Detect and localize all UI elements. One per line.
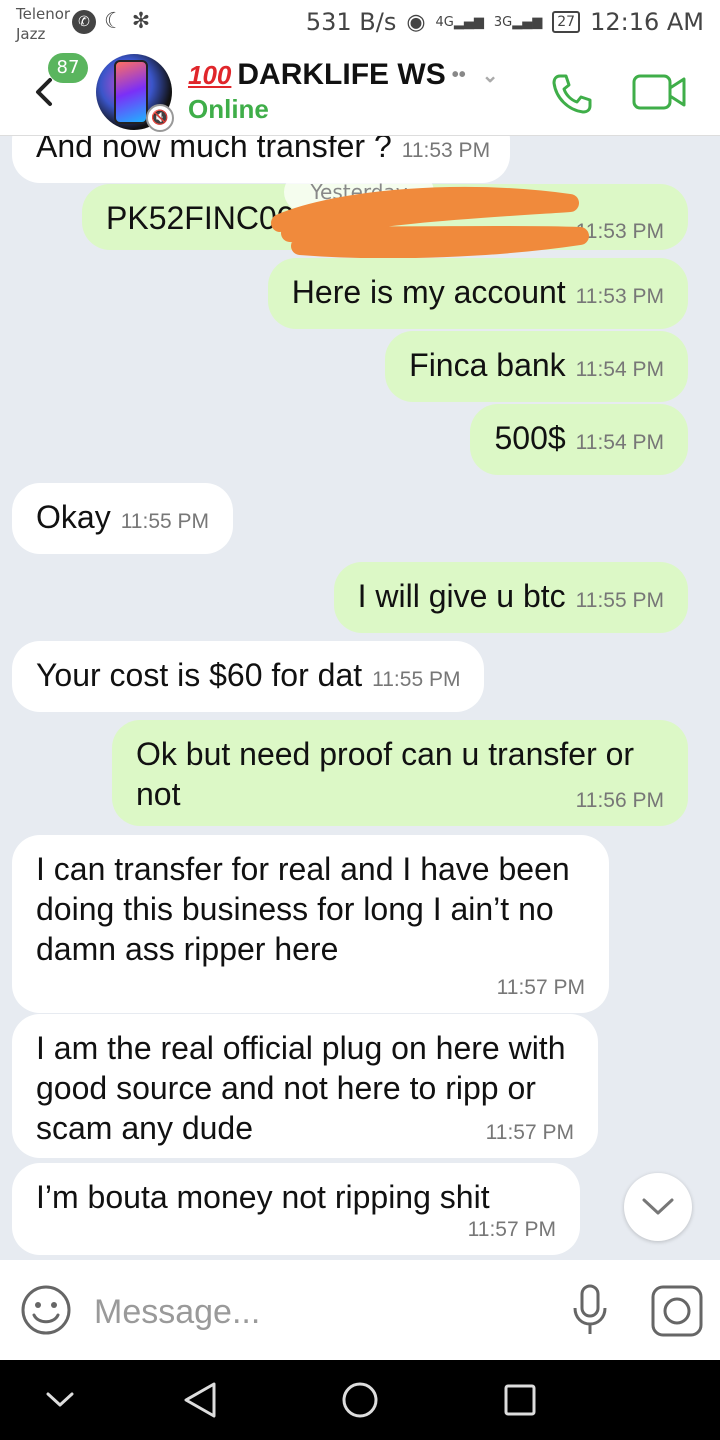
message-text: Here is my account [291,274,566,310]
message-composer [0,1260,720,1360]
call-notification-icon: ☾ [104,9,124,34]
status-right: 531 B/s ◉ 4G▂▄▆ 3G▂▄▆ 27 12:16 AM [306,8,704,36]
message-incoming[interactable]: Your cost is $60 for dat 11:55 PM [12,641,485,712]
chat-header: 87 🔇 100 DARKLIFE WS •• ⌄ Online [0,48,720,136]
message-text: 500$ [494,420,566,456]
chat-area[interactable]: And now much transfer ? 11:53 PM PK52FINC… [0,136,720,1260]
battery-icon: 27 [552,11,581,33]
message-outgoing[interactable]: I will give u btc 11:55 PM [333,562,688,633]
network-speed: 531 B/s [305,8,397,36]
message-time: 11:55 PM [120,510,210,533]
nav-recents-icon[interactable] [502,1380,538,1424]
message-text: I will give u btc [357,578,566,614]
net-4g-label: 4G [435,14,454,30]
contact-name: DARKLIFE WS [237,58,446,91]
muted-icon: 🔇 [146,104,174,132]
message-text: Your cost is $60 for dat [36,657,363,693]
message-time: 11:55 PM [575,589,664,612]
message-outgoing[interactable]: Here is my account 11:53 PM [267,258,688,329]
message-text: Finca bank [409,347,566,383]
chevron-down-icon: ⌄ [481,64,499,87]
eye-icon: ◉ [406,9,426,35]
message-time: 11:54 PM [575,431,664,454]
video-camera-icon[interactable] [632,70,688,118]
message-incoming[interactable]: I am the real official plug on here with… [12,1014,598,1158]
message-outgoing[interactable]: 500$ 11:54 PM [470,404,688,475]
flower-icon: ✻ [131,9,151,34]
microphone-icon[interactable] [570,1282,610,1342]
emoji-icon[interactable] [20,1284,72,1340]
message-time: 11:56 PM [575,789,664,812]
status-bar: Telenor Jazz ✆ ☾ ✻ 531 B/s ◉ 4G▂▄▆ 3G▂▄▆… [0,0,720,48]
signal-3g-icon: 3G▂▄▆ [493,14,543,30]
carrier-line-2: Jazz [16,25,46,43]
carrier-line-1: Telenor [16,5,71,23]
message-time: 11:57 PM [496,976,585,999]
presence-status: Online [188,94,269,124]
message-text: And now much transfer ? [36,136,392,164]
chevron-down-icon [642,1198,674,1215]
message-incoming[interactable]: And now much transfer ? 11:53 PM [12,136,511,183]
nav-home-icon[interactable] [340,1380,380,1424]
contact-name-row: 100 DARKLIFE WS •• ⌄ [188,58,499,92]
phone-icon[interactable] [548,70,596,122]
eyes-emoji-icon: •• [451,63,466,86]
message-time: 11:53 PM [401,139,491,162]
message-time: 11:53 PM [575,285,664,308]
notification-icons: ✆ ☾ ✻ [72,10,150,34]
message-outgoing[interactable]: Ok but need proof can u transfer or not … [112,720,688,826]
message-text: I can transfer for real and I have been … [36,851,570,967]
message-incoming[interactable]: Okay 11:55 PM [12,483,234,554]
system-nav-bar [0,1360,720,1440]
message-input[interactable] [94,1290,544,1334]
nav-hide-icon[interactable] [44,1390,76,1414]
redaction-scribble [271,186,589,259]
message-text: Okay [36,499,111,535]
whatsapp-icon: ✆ [72,10,96,34]
message-incoming[interactable]: I can transfer for real and I have been … [12,835,609,1013]
nav-back-icon[interactable] [182,1380,218,1424]
avatar-phone-image [114,60,148,124]
message-time: 11:54 PM [575,358,664,381]
message-incoming[interactable]: I’m bouta money not ripping shit 11:57 P… [12,1163,580,1255]
contact-info[interactable]: 100 DARKLIFE WS •• ⌄ Online [188,58,499,125]
message-outgoing[interactable]: Finca bank 11:54 PM [385,331,688,402]
carrier-label: Telenor Jazz [16,4,70,44]
net-3g-label: 3G [493,14,513,30]
scroll-to-bottom-button[interactable] [624,1173,692,1241]
signal-4g-icon: 4G▂▄▆ [435,14,484,30]
camera-icon[interactable] [650,1284,704,1342]
message-time: 11:55 PM [372,668,461,691]
hundred-emoji-icon: 100 [188,59,232,90]
message-time: 11:57 PM [467,1218,556,1241]
clock: 12:16 AM [590,8,704,36]
message-text: I’m bouta money not ripping shit [36,1179,490,1215]
unread-badge: 87 [48,53,88,83]
